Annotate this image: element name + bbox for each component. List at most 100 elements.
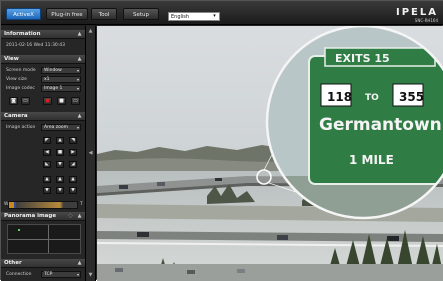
pan-down-right-button[interactable]: ◢ xyxy=(69,161,77,168)
top-toolbar: ActiveX Plug-in free Tool Setup English … xyxy=(1,1,443,25)
arrow-up-left-icon: ◤ xyxy=(45,138,49,143)
panorama-header[interactable]: Panorama image ◌ ▲ xyxy=(1,212,85,221)
pan-right-button[interactable]: ▶ xyxy=(69,149,77,156)
view-size-select[interactable]: x1 ▾ xyxy=(41,76,81,83)
record-button[interactable]: ● xyxy=(43,97,52,105)
connection-value: TCP xyxy=(44,272,53,277)
chevron-down-icon: ▾ xyxy=(76,86,79,91)
view-size-value: x1 xyxy=(44,77,50,82)
language-select[interactable]: English ▾ xyxy=(168,12,220,21)
scroll-up-icon[interactable]: ▲ xyxy=(88,28,93,34)
view-header[interactable]: View ▲ xyxy=(1,55,85,64)
home-button[interactable]: ■ xyxy=(56,149,64,156)
collapse-icon[interactable]: ▲ xyxy=(76,56,83,62)
pan-up-button[interactable]: ▲ xyxy=(56,137,64,144)
image-codec-value: Image 1 xyxy=(44,86,63,91)
view-size-label: View size xyxy=(6,77,27,82)
information-title: Information xyxy=(4,31,41,37)
arrow-left-icon: ◀ xyxy=(45,150,49,155)
pan-up-right-button[interactable]: ◥ xyxy=(69,137,77,144)
sign-route-b: 355 xyxy=(399,90,424,104)
home-icon: ■ xyxy=(57,150,63,155)
view-title: View xyxy=(4,56,19,62)
help-icon[interactable]: ◌ xyxy=(67,213,74,219)
datetime-text: 2011-02-16 Wed 11:30:43 xyxy=(6,43,66,48)
collapse-icon[interactable]: ▲ xyxy=(76,260,83,266)
scroll-down-icon[interactable]: ▼ xyxy=(88,272,93,278)
pan-left-button[interactable]: ◀ xyxy=(43,149,51,156)
panorama-divider-horizontal xyxy=(8,239,80,240)
connection-label: Connection xyxy=(6,272,32,277)
pan-down-button[interactable]: ▼ xyxy=(56,161,64,168)
sign-distance-text: 1 MILE xyxy=(349,153,394,167)
arrow-down-left-icon: ◣ xyxy=(45,162,49,167)
snapshot-icon: ◙ xyxy=(11,98,16,104)
language-value: English xyxy=(171,14,190,20)
tab-activex[interactable]: ActiveX xyxy=(6,8,41,20)
tab-setup[interactable]: Setup xyxy=(123,8,159,20)
collapse-panel-icon[interactable]: ◀ xyxy=(88,150,93,156)
screen-mode-value: Window xyxy=(44,68,62,73)
image-action-value: Area zoom xyxy=(44,125,69,130)
chevron-down-icon: ▾ xyxy=(76,125,79,130)
screen-mode-select[interactable]: Window ▾ xyxy=(41,67,81,74)
pan-down-left-button[interactable]: ◣ xyxy=(43,161,51,168)
panorama-image[interactable] xyxy=(7,224,81,254)
control-panel: Information ▲ 2011-02-16 Wed 11:30:43 Vi… xyxy=(1,26,86,281)
zoom-slider[interactable] xyxy=(8,201,78,209)
other-title: Other xyxy=(4,260,22,266)
camera-header[interactable]: Camera ▲ xyxy=(1,112,85,121)
tab-tool[interactable]: Tool xyxy=(91,8,117,20)
image-codec-label: Image codec xyxy=(6,86,35,91)
arrow-right-icon: ▶ xyxy=(71,150,75,155)
plus-icon: ▲ xyxy=(71,177,75,182)
arrow-down-icon: ▼ xyxy=(58,162,62,167)
camera-view[interactable]: EXITS 15 118 TO 355 Germantown 1 MILE xyxy=(97,26,443,281)
focus-button[interactable]: ▲ xyxy=(56,176,64,183)
folder-button-2[interactable]: ▭ xyxy=(71,97,80,105)
panel-scrollbar[interactable]: ▲ ◀ ▼ xyxy=(86,26,96,281)
arrow-down-icon: ▼ xyxy=(71,188,75,193)
brand-logo: IPELA xyxy=(396,7,438,18)
arrow-down-icon: ▼ xyxy=(45,188,49,193)
folder-icon: ▭ xyxy=(23,98,28,104)
focus-button-2[interactable]: ▼ xyxy=(56,187,64,194)
zoom-in-button-2[interactable]: ▼ xyxy=(69,187,77,194)
minus-icon: ▲ xyxy=(45,177,49,182)
arrow-down-icon: ▼ xyxy=(58,188,62,193)
panorama-position-marker xyxy=(18,229,20,231)
image-action-label: Image action xyxy=(6,125,36,130)
pan-up-left-button[interactable]: ◤ xyxy=(43,137,51,144)
screen-mode-label: Screen mode xyxy=(6,68,36,73)
camera-title: Camera xyxy=(4,113,28,119)
arrow-down-right-icon: ◢ xyxy=(71,162,75,167)
folder-button[interactable]: ▭ xyxy=(21,97,30,105)
image-action-select[interactable]: Area zoom ▾ xyxy=(41,124,81,131)
collapse-icon[interactable]: ▲ xyxy=(76,213,83,219)
stop-icon: ■ xyxy=(59,98,64,104)
collapse-icon[interactable]: ▲ xyxy=(76,31,83,37)
connection-select[interactable]: TCP ▾ xyxy=(41,271,81,278)
camera-scene: EXITS 15 118 TO 355 Germantown 1 MILE xyxy=(97,26,443,281)
record-icon: ● xyxy=(45,98,50,104)
other-header[interactable]: Other ▲ xyxy=(1,259,85,268)
folder-icon: ▭ xyxy=(73,98,78,104)
snapshot-button[interactable]: ◙ xyxy=(9,97,18,105)
sign-to-text: TO xyxy=(365,93,379,103)
collapse-icon[interactable]: ▲ xyxy=(76,113,83,119)
information-header[interactable]: Information ▲ xyxy=(1,30,85,39)
sign-exit-text: EXITS 15 xyxy=(335,52,390,65)
image-codec-select[interactable]: Image 1 ▾ xyxy=(41,85,81,92)
chevron-down-icon: ▾ xyxy=(76,77,79,82)
chevron-down-icon: ▾ xyxy=(76,272,79,277)
zoom-in-button[interactable]: ▲ xyxy=(69,176,77,183)
zoom-tele-label: T xyxy=(80,202,83,207)
zoom-out-button-2[interactable]: ▼ xyxy=(43,187,51,194)
arrow-up-right-icon: ◥ xyxy=(71,138,75,143)
stop-button[interactable]: ■ xyxy=(57,97,66,105)
app-window: ActiveX Plug-in free Tool Setup English … xyxy=(0,0,443,281)
tab-plugin-free[interactable]: Plug-in free xyxy=(46,8,88,20)
chevron-down-icon: ▾ xyxy=(76,68,79,73)
arrow-up-icon: ▲ xyxy=(58,138,62,143)
zoom-out-button[interactable]: ▲ xyxy=(43,176,51,183)
